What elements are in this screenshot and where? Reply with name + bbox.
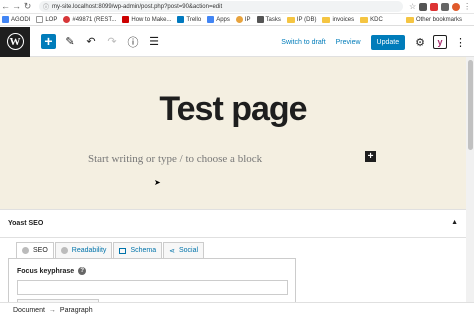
extension-icon[interactable]	[419, 2, 428, 11]
bookmark-icon	[63, 16, 71, 23]
folder-icon	[360, 16, 369, 23]
other-bookmarks[interactable]: Other bookmarks	[405, 16, 462, 23]
inline-add-block-button[interactable]: +	[365, 151, 376, 162]
yoast-panel-heading[interactable]: Yoast SEO	[0, 210, 466, 238]
post-title[interactable]: Test page	[0, 90, 466, 129]
scrollbar-thumb[interactable]	[468, 60, 473, 150]
star-icon[interactable]: ☆	[409, 2, 416, 11]
bookmark-item[interactable]: #49871 (REST...	[63, 16, 116, 23]
tab-schema[interactable]: Schema	[113, 242, 163, 258]
editor-canvas: Test page Start writing or type / to cho…	[0, 57, 466, 209]
folder-icon	[322, 16, 331, 23]
bookmark-item[interactable]: LOP	[36, 16, 57, 23]
bookmark-icon	[235, 16, 243, 23]
url-input[interactable]: ⓘ my-site.localhost:8099/wp-admin/post.p…	[39, 1, 403, 12]
tab-seo[interactable]: SEO	[16, 242, 54, 258]
breadcrumb-separator: →	[48, 306, 56, 314]
undo-icon[interactable]: ↶	[84, 35, 98, 49]
bookmark-folder[interactable]: invoices	[322, 16, 354, 23]
yoast-tab-content: Focus keyphrase ?	[8, 258, 296, 305]
mouse-cursor-icon: ➤	[154, 178, 161, 187]
score-dot-icon	[22, 247, 29, 254]
score-dot-icon	[60, 247, 68, 254]
apps-icon	[207, 16, 215, 23]
settings-gear-icon[interactable]: ⚙	[415, 36, 425, 49]
yoast-seo-panel: Yoast SEO ▲ SEO Readability Schema ⋖ Soci…	[0, 209, 466, 305]
bookmarks-bar: AGODI LOP #49871 (REST... How to Make...…	[0, 14, 474, 26]
bookmark-item[interactable]: AGODI	[2, 16, 30, 23]
focus-keyphrase-input[interactable]	[17, 280, 288, 295]
info-icon: ⓘ	[43, 5, 50, 11]
reload-icon[interactable]: ↻	[22, 1, 33, 13]
bookmark-folder[interactable]: IP (DB)	[286, 16, 316, 23]
wordpress-logo-icon[interactable]: W	[0, 26, 30, 57]
bookmark-folder[interactable]: KDC	[360, 16, 383, 23]
schema-icon	[119, 247, 127, 254]
bookmark-icon	[2, 16, 9, 23]
trello-icon	[177, 16, 185, 23]
focus-keyphrase-label: Focus keyphrase ?	[17, 267, 87, 275]
bookmark-item[interactable]: Apps	[207, 16, 230, 23]
block-breadcrumb: Document → Paragraph	[0, 302, 474, 317]
help-icon[interactable]: ?	[78, 267, 87, 275]
browser-address-bar: ← → ↻ ⓘ my-site.localhost:8099/wp-admin/…	[0, 0, 474, 14]
profile-avatar[interactable]	[452, 2, 461, 11]
breadcrumb-paragraph[interactable]: Paragraph	[60, 307, 93, 314]
editor-header: W + ✎ ↶ ↷ ⓘ ☰ Switch to draft Preview Up…	[0, 26, 474, 57]
switch-to-draft-button[interactable]: Switch to draft	[281, 39, 325, 46]
list-view-icon[interactable]: ☰	[147, 35, 161, 49]
bookmark-item[interactable]: How to Make...	[122, 16, 171, 23]
bookmark-icon	[36, 16, 44, 23]
share-icon: ⋖	[169, 247, 175, 255]
forward-icon[interactable]: →	[11, 1, 22, 13]
block-placeholder[interactable]: Start writing or type / to choose a bloc…	[88, 153, 262, 165]
breadcrumb-document[interactable]: Document	[13, 307, 45, 314]
update-button[interactable]: Update	[370, 34, 406, 50]
yoast-tabs: SEO Readability Schema ⋖ Social	[16, 242, 205, 258]
tab-social[interactable]: ⋖ Social	[163, 242, 205, 258]
bookmark-item[interactable]: Trello	[177, 16, 201, 23]
extension-icon[interactable]	[441, 2, 450, 11]
tab-readability[interactable]: Readability	[54, 242, 113, 258]
tasks-icon	[256, 16, 264, 23]
yoast-icon[interactable]: y	[433, 35, 447, 49]
bookmark-item[interactable]: IP	[235, 16, 251, 23]
youtube-icon	[122, 16, 130, 23]
back-icon[interactable]: ←	[0, 1, 11, 13]
redo-icon[interactable]: ↷	[105, 35, 119, 49]
extension-icon[interactable]	[430, 2, 439, 11]
details-info-icon[interactable]: ⓘ	[126, 35, 140, 49]
bookmark-item[interactable]: Tasks	[256, 16, 281, 23]
collapse-chevron-icon[interactable]: ▲	[451, 219, 458, 226]
url-text: my-site.localhost:8099/wp-admin/post.php…	[52, 3, 223, 10]
menu-icon[interactable]: ⋮	[463, 2, 471, 11]
folder-icon	[405, 16, 414, 23]
folder-icon	[286, 16, 295, 23]
more-options-icon[interactable]: ⋮	[455, 36, 466, 49]
add-block-button[interactable]: +	[41, 34, 56, 49]
preview-button[interactable]: Preview	[336, 39, 361, 46]
edit-pencil-icon[interactable]: ✎	[63, 35, 77, 49]
